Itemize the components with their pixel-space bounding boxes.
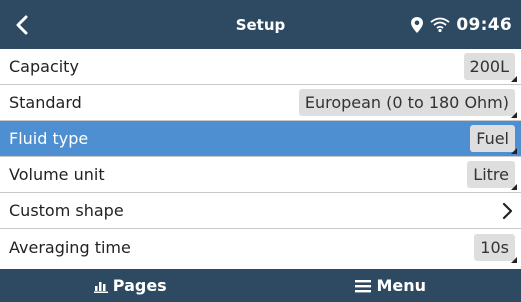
pages-label: Pages xyxy=(112,276,167,295)
row-label: Averaging time xyxy=(9,237,131,257)
row-label: Capacity xyxy=(9,57,79,76)
row-standard[interactable]: Standard European (0 to 180 Ohm) xyxy=(0,85,521,121)
header-bar: Setup 09:46 xyxy=(0,0,521,49)
clock-time: 09:46 xyxy=(456,14,512,35)
row-capacity[interactable]: Capacity 200L xyxy=(0,49,521,85)
row-value: 10s xyxy=(474,233,517,263)
wifi-icon xyxy=(430,17,450,33)
row-value: 200L xyxy=(463,53,518,82)
row-value: Fuel xyxy=(470,125,517,154)
row-label: Fluid type xyxy=(9,129,89,148)
location-pin-icon xyxy=(410,16,424,34)
row-volume-unit[interactable]: Volume unit Litre xyxy=(0,157,521,193)
setup-screen: Setup 09:46 Capacity 200L Standard Europ… xyxy=(0,0,521,302)
status-area: 09:46 xyxy=(410,0,521,49)
row-value: Litre xyxy=(467,161,517,190)
pages-button[interactable]: Pages xyxy=(0,269,261,302)
bar-chart-icon xyxy=(93,279,108,293)
row-custom-shape[interactable]: Custom shape xyxy=(0,193,521,229)
row-value: European (0 to 180 Ohm) xyxy=(298,89,518,118)
menu-button[interactable]: Menu xyxy=(261,269,521,302)
row-averaging-time[interactable]: Averaging time 10s xyxy=(0,229,521,265)
row-label: Custom shape xyxy=(9,201,124,220)
settings-list: Capacity 200L Standard European (0 to 18… xyxy=(0,49,521,265)
footer-bar: Pages Menu xyxy=(0,269,521,302)
menu-label: Menu xyxy=(376,276,427,295)
row-label: Volume unit xyxy=(9,165,105,184)
row-label: Standard xyxy=(9,93,82,112)
hamburger-menu-icon xyxy=(355,279,372,293)
chevron-right-icon xyxy=(501,202,513,220)
row-fluid-type[interactable]: Fluid type Fuel xyxy=(0,121,521,157)
